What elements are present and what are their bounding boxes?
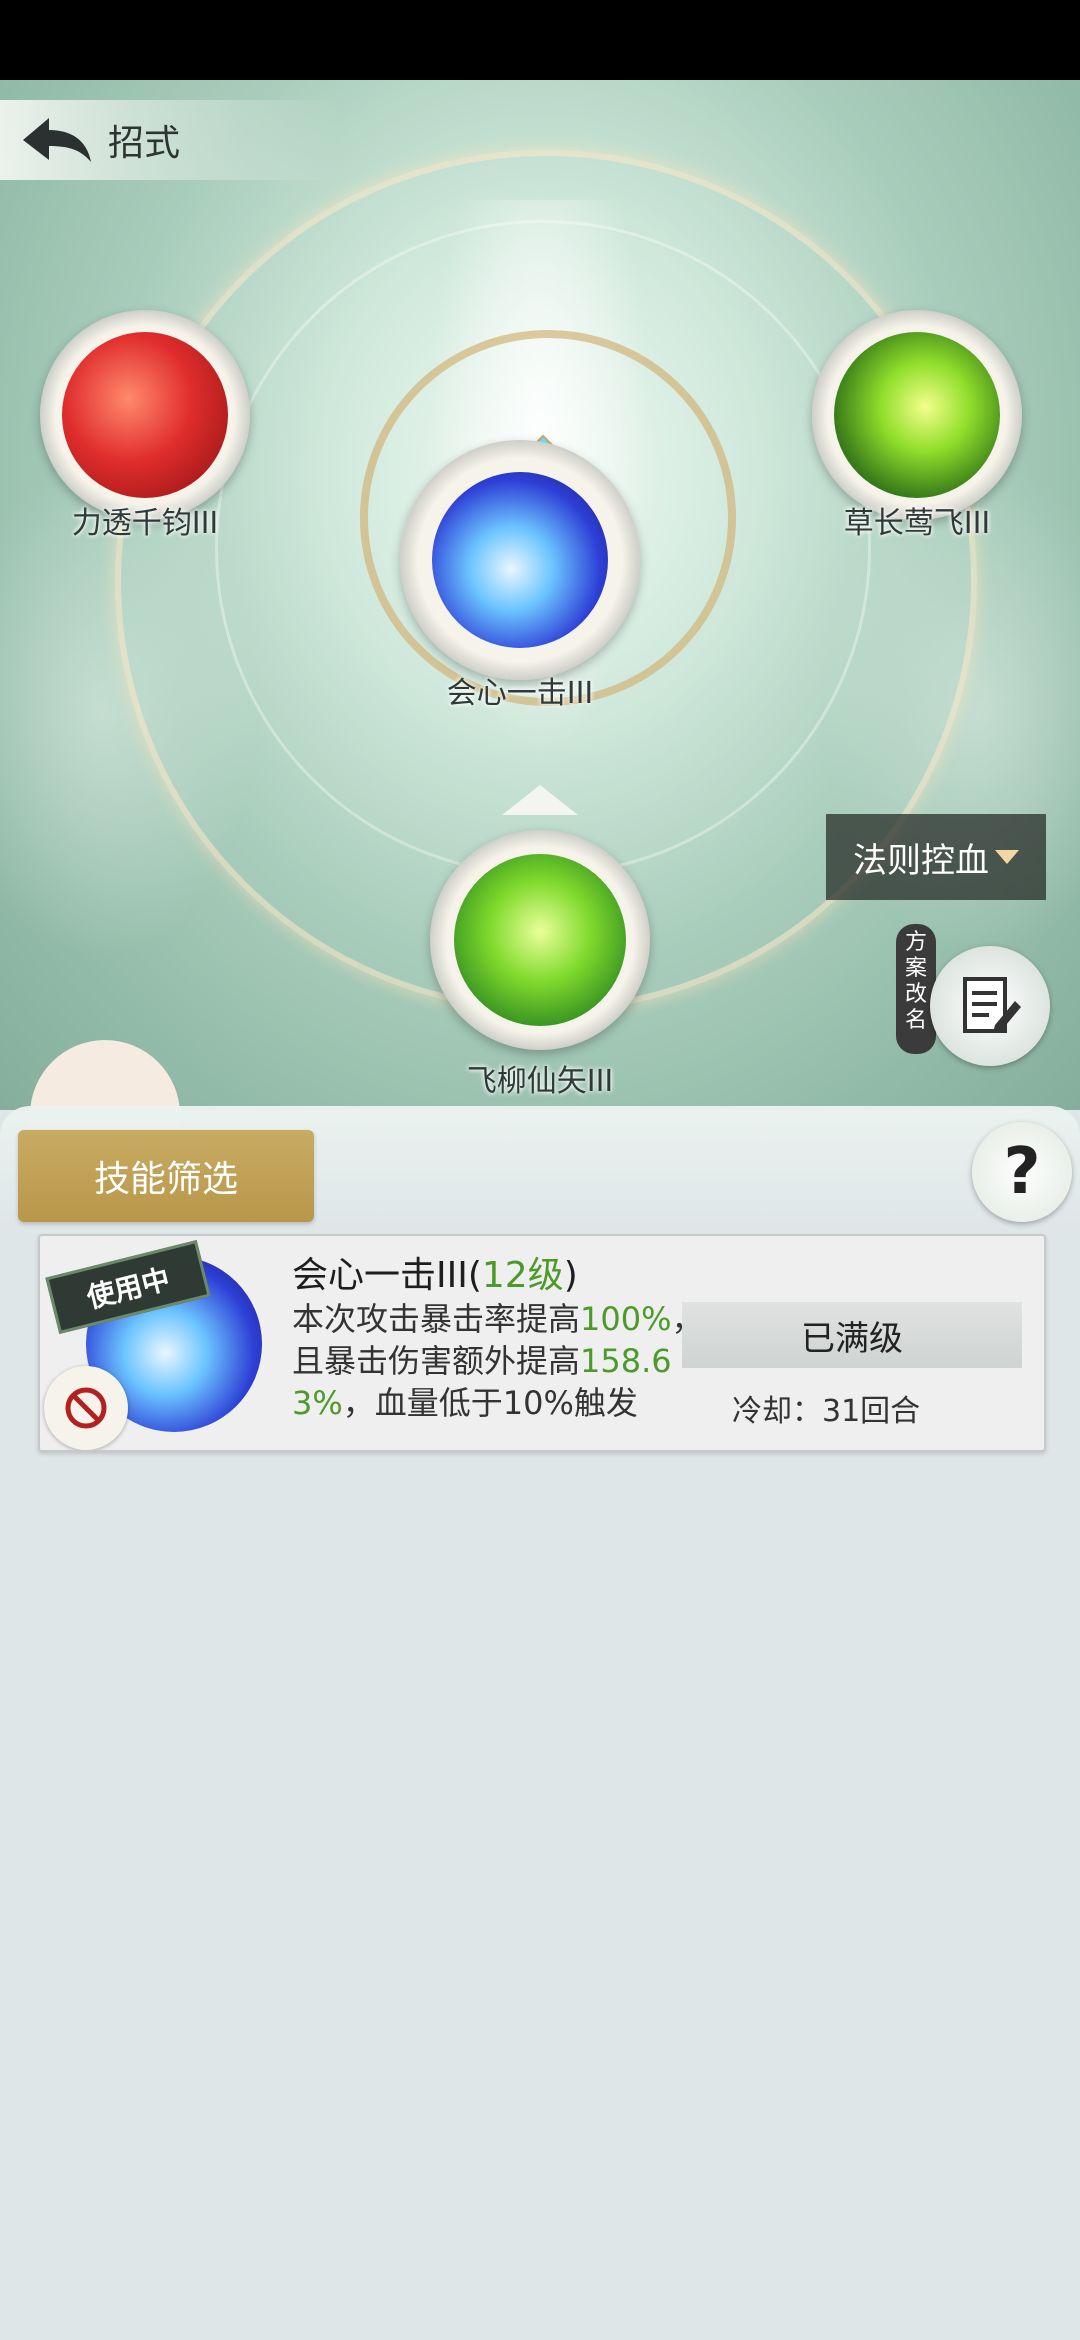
skill-name-top-right: 草长莺飞III [843, 506, 991, 541]
critical-strike-skill-icon [432, 472, 608, 648]
rename-scheme-label: 方案改名 [896, 924, 936, 1054]
skill-card[interactable]: 使用中 会心一击III(12级) 本次攻击暴击率提高100%，且暴击伤害额外提高… [38, 1234, 1046, 1452]
skill-slot-top-left[interactable]: 力透千钧III [40, 310, 250, 541]
page-title: 招式 [108, 123, 181, 164]
star-burst-skill-icon [834, 332, 1000, 498]
back-button[interactable]: 招式 [0, 100, 340, 180]
chevron-down-icon [995, 850, 1019, 864]
fire-fist-skill-icon [62, 332, 228, 498]
leaf-arrow-skill-icon [454, 854, 626, 1026]
skill-slot-center[interactable]: 会心一击III [400, 440, 640, 711]
up-arrow-icon [502, 785, 578, 815]
rename-scheme-button[interactable] [930, 946, 1050, 1066]
scheme-name: 法则控血 [853, 840, 989, 881]
skill-slot-top-right[interactable]: 草长莺飞III [812, 310, 1022, 541]
skill-name-bottom: 飞柳仙矢III [466, 1064, 614, 1099]
status-bar [0, 0, 1080, 80]
skill-level: 12级 [481, 1255, 564, 1296]
skill-slot-bottom[interactable]: 飞柳仙矢III [430, 830, 650, 1099]
scheme-dropdown[interactable]: 法则控血 [826, 814, 1046, 900]
max-level-status: 已满级 [682, 1302, 1022, 1368]
edit-note-icon [963, 977, 1021, 1033]
skill-name-top-left: 力透千钧III [71, 506, 219, 541]
skill-description: 本次攻击暴击率提高100%，且暴击伤害额外提高158.63%，血量低于10%触发 [292, 1300, 704, 1422]
skill-filter-button[interactable]: 技能筛选 [18, 1130, 314, 1222]
skill-card-title: 会心一击III(12级) [292, 1255, 578, 1296]
unequip-button[interactable] [44, 1366, 128, 1450]
back-arrow-icon [10, 105, 100, 175]
ban-icon [65, 1387, 107, 1429]
cooldown-text: 冷却：31回合 [732, 1394, 921, 1429]
skill-name-center: 会心一击III [446, 676, 594, 711]
help-button[interactable]: ? [972, 1122, 1072, 1222]
